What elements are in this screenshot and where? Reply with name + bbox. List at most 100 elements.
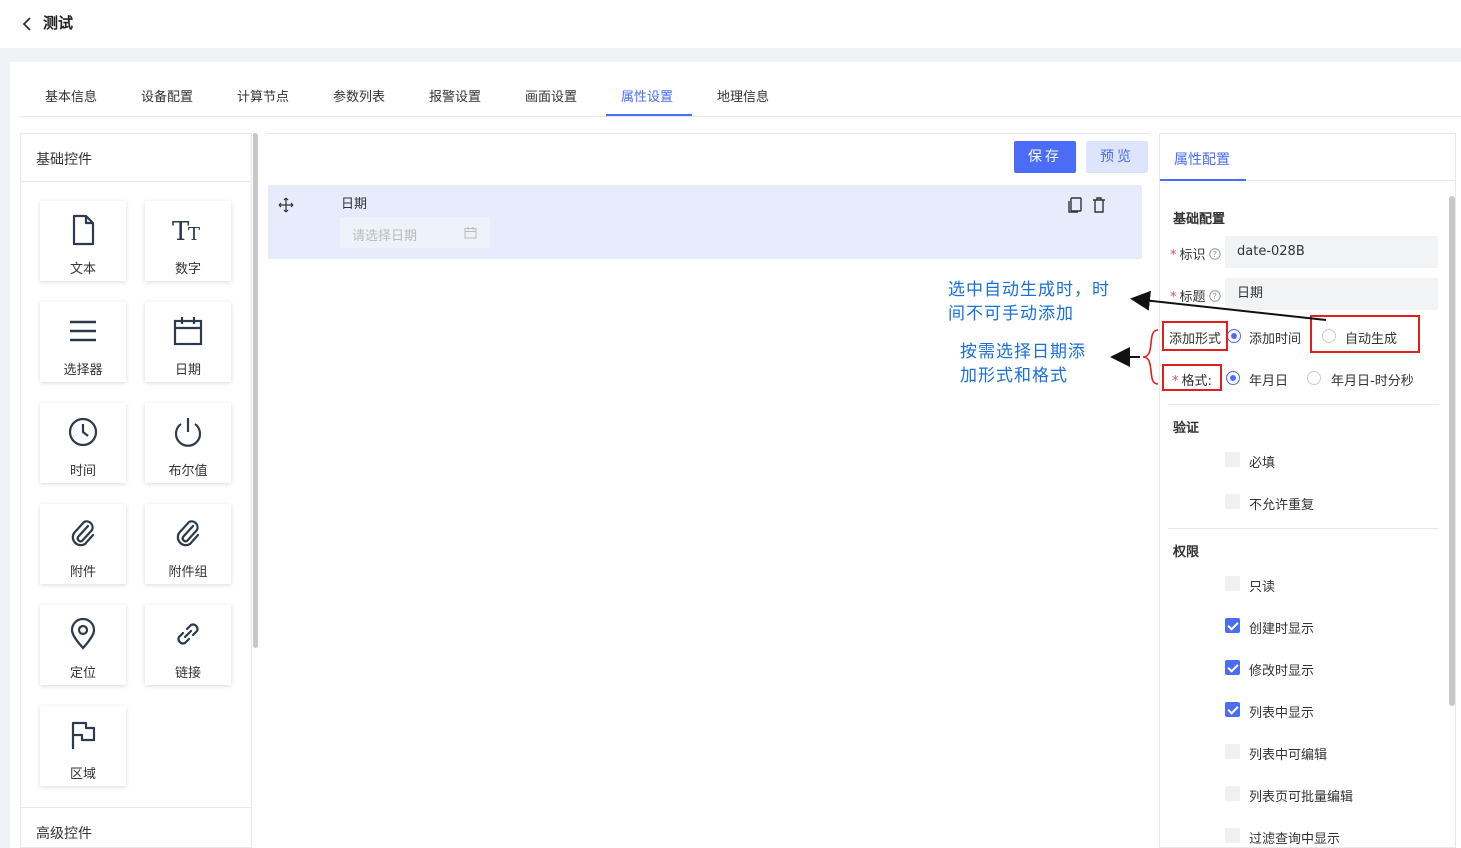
component-label: 链接 [174, 666, 201, 681]
calendar-icon [464, 227, 477, 239]
top-bar: 测试 [0, 0, 1461, 48]
tab-basic-info[interactable]: 基本信息 [45, 86, 97, 105]
tab-attribute-settings[interactable]: 属性设置 [621, 86, 673, 105]
tab-screen-settings[interactable]: 画面设置 [525, 86, 577, 105]
trash-icon[interactable] [1091, 196, 1107, 214]
component-boolean[interactable]: 布尔值 [145, 403, 231, 483]
component-date[interactable]: 日期 [145, 302, 231, 382]
component-label: 区域 [69, 767, 96, 782]
component-location[interactable]: 定位 [40, 605, 126, 685]
link-icon [177, 623, 199, 645]
component-label: 数字 [174, 262, 201, 277]
date-input[interactable]: 请选择日期 [340, 217, 490, 248]
editable-in-list-checkbox[interactable] [1225, 744, 1240, 759]
annotation-highlight-box [1310, 315, 1420, 353]
readonly-checkbox[interactable] [1225, 576, 1240, 591]
paperclip-icon [176, 520, 200, 547]
tab-alarm-settings[interactable]: 报警设置 [429, 86, 481, 105]
copy-icon[interactable] [1067, 196, 1083, 214]
divider [1168, 528, 1439, 529]
component-label: 选择器 [63, 363, 103, 378]
checkbox-label: 列表中显示 [1249, 706, 1315, 721]
component-text[interactable]: 文本 [40, 201, 126, 281]
checkbox-label: 不允许重复 [1249, 498, 1315, 513]
basic-controls-title: 基础控件 [36, 152, 92, 168]
date-placeholder: 请选择日期 [352, 229, 418, 244]
annotation-line: 加形式和格式 [960, 366, 1068, 386]
format-option-label: 年月日-时分秒 [1331, 374, 1414, 389]
preview-button[interactable]: 预览 [1086, 141, 1148, 173]
active-tab-indicator [1160, 179, 1246, 181]
annotation-note: 按需选择日期添 加形式和格式 [960, 340, 1086, 388]
component-region[interactable]: 区域 [40, 706, 126, 786]
add-mode-radio-add-time[interactable] [1227, 329, 1241, 343]
component-link[interactable]: 链接 [145, 605, 231, 685]
checkbox-label: 列表中可编辑 [1249, 748, 1328, 763]
tab-bar: 基本信息 设备配置 计算节点 参数列表 报警设置 画面设置 属性设置 地理信息 [20, 62, 1461, 117]
svg-text:T: T [188, 224, 200, 245]
component-label: 附件 [69, 565, 96, 580]
annotation-highlight-box [1162, 321, 1228, 351]
tab-property-config[interactable]: 属性配置 [1174, 149, 1230, 169]
paperclip-icon [71, 520, 95, 547]
permission-title: 权限 [1173, 545, 1200, 560]
file-icon [72, 214, 95, 246]
component-time[interactable]: 时间 [40, 403, 126, 483]
basic-config-title: 基础配置 [1173, 212, 1226, 227]
tab-device-config[interactable]: 设备配置 [141, 86, 193, 105]
tab-geo-info[interactable]: 地理信息 [717, 86, 769, 105]
date-field-label: 日期 [341, 197, 368, 212]
component-number[interactable]: TT 数字 [145, 201, 231, 281]
show-on-create-checkbox[interactable] [1225, 618, 1240, 633]
annotation-line: 选中自动生成时，时 [948, 280, 1110, 300]
text-size-icon: TT [172, 217, 200, 247]
title-label: * 标题? [1170, 286, 1221, 305]
annotation-line: 间不可手动添加 [948, 304, 1074, 324]
active-tab-indicator [606, 114, 692, 116]
id-label: * 标识? [1170, 244, 1221, 263]
title-input[interactable]: 日期 [1225, 278, 1438, 310]
component-label: 时间 [69, 464, 96, 479]
component-selector[interactable]: 选择器 [40, 302, 126, 382]
flag-icon [71, 721, 96, 749]
svg-text:?: ? [1212, 250, 1216, 259]
component-label: 布尔值 [168, 464, 208, 479]
add-mode-option-label: 添加时间 [1249, 332, 1302, 347]
checkbox-label: 修改时显示 [1249, 664, 1315, 679]
tab-param-list[interactable]: 参数列表 [333, 86, 385, 105]
format-radio-datetime[interactable] [1307, 371, 1321, 385]
checkbox-label: 过滤查询中显示 [1249, 832, 1341, 847]
move-icon[interactable] [278, 197, 294, 213]
required-checkbox[interactable] [1225, 452, 1240, 467]
component-attachment-group[interactable]: 附件组 [145, 504, 231, 584]
right-scrollbar[interactable] [1449, 196, 1455, 706]
tab-compute-node[interactable]: 计算节点 [237, 86, 289, 105]
help-icon: ? [1208, 248, 1221, 260]
chevron-left-icon[interactable] [20, 14, 34, 34]
left-scrollbar[interactable] [253, 133, 258, 648]
validation-title: 验证 [1173, 421, 1200, 436]
show-in-list-checkbox[interactable] [1225, 702, 1240, 717]
show-on-edit-checkbox[interactable] [1225, 660, 1240, 675]
component-label: 日期 [174, 363, 201, 378]
list-icon [70, 320, 96, 342]
divider [21, 807, 251, 808]
component-attachment[interactable]: 附件 [40, 504, 126, 584]
id-input[interactable]: date-028B [1225, 236, 1438, 268]
annotation-note: 选中自动生成时，时 间不可手动添加 [948, 278, 1110, 326]
advanced-controls-title: 高级控件 [36, 826, 92, 842]
calendar-icon [173, 317, 203, 346]
batch-edit-checkbox[interactable] [1225, 786, 1240, 801]
checkbox-label: 只读 [1249, 580, 1276, 595]
format-option-label: 年月日 [1249, 374, 1289, 389]
unique-checkbox[interactable] [1225, 494, 1240, 509]
checkbox-label: 必填 [1249, 456, 1276, 471]
component-label: 定位 [69, 666, 96, 681]
component-panel: 基础控件 文本 TT 数字 选择器 日期 时间 布尔值 附件 附件组 定位 链接 [20, 133, 252, 848]
show-in-filter-checkbox[interactable] [1225, 828, 1240, 843]
format-radio-date[interactable] [1226, 371, 1240, 385]
clock-icon [68, 417, 98, 447]
save-button[interactable]: 保存 [1014, 141, 1076, 173]
divider [21, 181, 251, 182]
component-label: 文本 [69, 262, 96, 277]
